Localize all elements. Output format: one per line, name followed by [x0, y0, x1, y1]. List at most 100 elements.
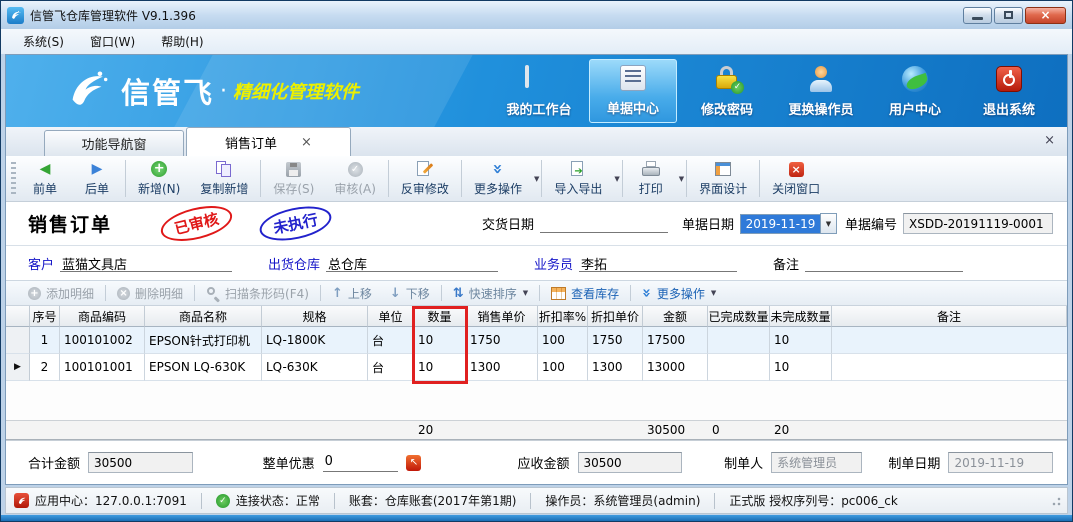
make-date-field: 2019-11-19	[948, 452, 1053, 473]
tab-close-icon[interactable]: ×	[301, 135, 312, 150]
minimize-button[interactable]	[963, 7, 992, 24]
col-unit-price[interactable]: 销售单价	[466, 306, 538, 327]
resize-grip[interactable]	[1051, 496, 1061, 506]
col-spec[interactable]: 规格	[262, 306, 368, 327]
col-amount[interactable]: 金额	[643, 306, 708, 327]
move-down-button[interactable]: ↓ 下移	[381, 285, 439, 302]
col-unit[interactable]: 单位	[368, 306, 414, 327]
order-footer: 合计金额 30500 整单优惠 0 ↖ 应收金额 30500 制单人 系统管理员…	[6, 440, 1067, 484]
maximize-button[interactable]	[994, 7, 1023, 24]
nav-user-center[interactable]: 用户中心	[871, 59, 959, 123]
col-discount-rate[interactable]: 折扣率%	[538, 306, 588, 327]
close-window-button[interactable]: × 关闭窗口	[762, 156, 830, 201]
barcode-scan-icon	[206, 286, 220, 300]
make-date-label: 制单日期	[888, 453, 940, 472]
col-product-name[interactable]: 商品名称	[145, 306, 262, 327]
table-header-row: 序号 商品编码 商品名称 规格 单位 数量 销售单价 折扣率% 折扣单价 金额 …	[6, 306, 1067, 327]
copy-add-button[interactable]: 复制新增	[190, 156, 258, 201]
table-summary-row: 20 30500 0 20	[6, 420, 1067, 440]
order-discount-input[interactable]: 0	[323, 454, 399, 472]
more-actions-button[interactable]: » 更多操作 ▼	[633, 285, 725, 302]
salesman-label: 业务员	[534, 254, 573, 273]
nav-change-password[interactable]: ✓ 修改密码	[683, 59, 771, 123]
table-row[interactable]: ▶ 2 100101001 EPSON LQ-630K LQ-630K 台 10…	[6, 354, 1067, 381]
col-remark[interactable]: 备注	[832, 306, 1067, 327]
tab-sales-order[interactable]: 销售订单 ×	[186, 127, 351, 156]
row-selector[interactable]: ▶	[6, 354, 30, 381]
discount-edit-icon[interactable]: ↖	[406, 455, 421, 471]
tabstrip-close-icon[interactable]: ×	[1044, 133, 1055, 148]
move-up-icon: ↑	[332, 286, 343, 301]
date-dropdown-icon[interactable]: ▼	[820, 213, 837, 234]
prev-order-button[interactable]: ◀ 前单	[19, 156, 71, 201]
tab-nav-window[interactable]: 功能导航窗	[44, 130, 184, 156]
brand-name: 信管飞	[121, 70, 214, 112]
order-discount-label: 整单优惠	[263, 453, 315, 472]
scan-barcode-button: 扫描条形码(F4)	[197, 285, 318, 302]
title-bar: 信管飞仓库管理软件 V9.1.396 ×	[1, 1, 1072, 29]
unaudit-edit-button[interactable]: 反审修改	[391, 156, 459, 201]
dropdown-caret-icon[interactable]: ▼	[523, 289, 528, 297]
menu-system[interactable]: 系统(S)	[11, 30, 76, 53]
add-detail-icon: +	[28, 287, 41, 300]
menu-bar: 系统(S) 窗口(W) 帮助(H)	[1, 29, 1072, 54]
workstation-icon	[525, 63, 553, 95]
add-new-button[interactable]: + 新增(N)	[128, 156, 190, 201]
summary-uncompleted: 20	[770, 421, 832, 439]
nav-doc-center[interactable]: 单据中心	[589, 59, 677, 123]
col-uncompleted-qty[interactable]: 未完成数量	[770, 306, 832, 327]
table-row[interactable]: 1 100101002 EPSON针式打印机 LQ-1800K 台 10 175…	[6, 327, 1067, 354]
order-items-table: 序号 商品编码 商品名称 规格 单位 数量 销售单价 折扣率% 折扣单价 金额 …	[6, 306, 1067, 440]
connection-text: 连接状态：正常	[236, 492, 320, 509]
dropdown-caret-icon[interactable]: ▼	[534, 175, 539, 183]
warehouse-input[interactable]: 总仓库	[326, 254, 498, 272]
next-order-button[interactable]: ▶ 后单	[71, 156, 123, 201]
print-button[interactable]: 打印	[625, 158, 677, 199]
salesman-input[interactable]: 李拓	[579, 254, 737, 272]
doc-date-label: 单据日期	[682, 214, 734, 233]
current-row-marker-icon: ▶	[14, 362, 21, 372]
view-stock-button[interactable]: 查看库存	[542, 285, 628, 302]
license-text: 正式版 授权序列号：pc006_ck	[729, 492, 897, 509]
quick-sort-button[interactable]: ⇅ 快速排序 ▼	[444, 285, 537, 302]
col-completed-qty[interactable]: 已完成数量	[708, 306, 770, 327]
import-export-button[interactable]: ➔ 导入导出	[544, 158, 612, 199]
customer-input[interactable]: 蓝猫文具店	[60, 254, 232, 272]
switch-operator-icon	[808, 63, 834, 95]
ui-design-button[interactable]: 界面设计	[689, 156, 757, 201]
dropdown-caret-icon[interactable]: ▼	[614, 175, 619, 183]
nav-switch-operator[interactable]: 更换操作员	[777, 59, 865, 123]
receivable-label: 应收金额	[517, 453, 569, 472]
delivery-date-label: 交货日期	[482, 214, 534, 233]
close-button[interactable]: ×	[1025, 7, 1066, 24]
brand-separator: ·	[220, 79, 227, 104]
app-center-text: 应用中心：127.0.0.1:7091	[35, 492, 187, 509]
col-seq[interactable]: 序号	[30, 306, 60, 327]
delivery-date-input[interactable]	[540, 215, 668, 233]
nav-exit-system[interactable]: 退出系统	[965, 59, 1053, 123]
move-up-button[interactable]: ↑ 上移	[323, 285, 381, 302]
menu-window[interactable]: 窗口(W)	[78, 30, 147, 53]
double-chevron-down-icon: »	[641, 288, 653, 298]
menu-help[interactable]: 帮助(H)	[149, 30, 215, 53]
audit-check-icon: ✓	[348, 160, 363, 178]
quick-sort-icon: ⇅	[453, 286, 464, 301]
remark-label: 备注	[773, 254, 799, 273]
remark-input[interactable]	[805, 254, 963, 272]
dropdown-caret-icon[interactable]: ▼	[679, 175, 684, 183]
more-operations-button[interactable]: » 更多操作	[464, 158, 532, 199]
toolbar-grip[interactable]	[11, 162, 16, 195]
summary-amount: 30500	[643, 421, 708, 439]
doc-date-input[interactable]: 2019-11-19	[740, 214, 820, 234]
maker-field: 系统管理员	[771, 452, 862, 473]
col-quantity[interactable]: 数量	[414, 306, 466, 327]
import-export-icon: ➔	[570, 160, 586, 178]
delete-detail-button: × 删除明细	[108, 285, 192, 302]
main-panel: 信管飞 · 精细化管理软件 我的工作台 单据中心 ✓ 修改密码	[5, 54, 1068, 485]
password-lock-icon: ✓	[715, 63, 739, 95]
row-selector[interactable]	[6, 327, 30, 354]
col-product-code[interactable]: 商品编码	[60, 306, 145, 327]
nav-my-workbench[interactable]: 我的工作台	[495, 59, 583, 123]
dropdown-caret-icon[interactable]: ▼	[711, 289, 716, 297]
col-discount-price[interactable]: 折扣单价	[588, 306, 643, 327]
